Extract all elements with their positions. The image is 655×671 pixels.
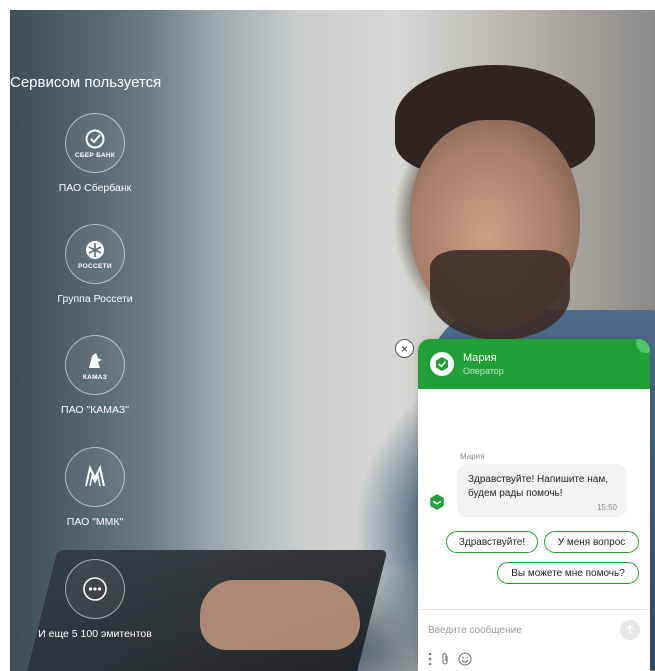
service-item-rosseti[interactable]: РОССЕТИ Группа Россети xyxy=(30,224,160,305)
rosseti-logo: РОССЕТИ xyxy=(65,224,125,284)
more-logo xyxy=(65,559,125,619)
paperclip-icon xyxy=(442,653,448,665)
service-label-sberbank: ПАО Сбербанк xyxy=(58,182,132,194)
service-label-more: И еще 5 100 эмитентов xyxy=(38,628,152,640)
sberbank-logo-icon xyxy=(85,129,105,148)
chat-header: Мария Оператор xyxy=(418,339,650,389)
operator-avatar xyxy=(430,352,454,376)
sber-bot-icon xyxy=(436,357,448,371)
sberbank-logo-text: СБЕР БАНК xyxy=(74,151,116,159)
chat-message-input[interactable] xyxy=(428,619,608,641)
vertical-dots-icon xyxy=(428,652,432,666)
kamaz-logo: КАМАЗ xyxy=(65,335,125,395)
sber-bot-icon xyxy=(430,494,444,510)
service-item-sberbank[interactable]: СБЕР БАНК ПАО Сбербанк xyxy=(30,113,160,194)
operator-role: Оператор xyxy=(463,366,504,376)
mmk-logo-icon xyxy=(85,465,105,487)
kamaz-logo-icon xyxy=(89,352,102,368)
more-options-button[interactable] xyxy=(428,652,432,666)
header-corner-decoration xyxy=(636,339,650,353)
service-label-kamaz: ПАО "КАМАЗ" xyxy=(61,404,129,416)
chat-tools xyxy=(428,652,472,666)
hero-person-beard xyxy=(430,250,570,340)
service-label-rosseti: Группа Россети xyxy=(57,293,133,305)
more-dots-icon xyxy=(83,577,107,601)
service-item-mmk[interactable]: ПАО "ММК" xyxy=(30,447,160,528)
smiley-icon xyxy=(458,652,472,666)
chat-widget: Мария Оператор Мария Здравствуйте! Напиш… xyxy=(418,339,650,671)
message-bubble: Здравствуйте! Напишите нам, будем рады п… xyxy=(457,464,627,517)
sberbank-logo: СБЕР БАНК xyxy=(65,113,125,173)
message-time: 15:50 xyxy=(596,503,617,512)
quick-reply-help[interactable]: Вы можете мне помочь? xyxy=(497,562,639,584)
rosseti-logo-icon xyxy=(86,240,104,259)
quick-reply-question[interactable]: У меня вопрос xyxy=(544,531,639,553)
operator-name: Мария xyxy=(463,352,497,364)
service-item-more[interactable]: И еще 5 100 эмитентов xyxy=(30,559,160,640)
chat-input-row xyxy=(418,609,650,650)
service-item-kamaz[interactable]: КАМАЗ ПАО "КАМАЗ" xyxy=(30,335,160,416)
rosseti-logo-text: РОССЕТИ xyxy=(78,262,112,270)
services-title: Сервисом пользуется xyxy=(10,74,162,91)
kamaz-logo-text: КАМАЗ xyxy=(82,373,108,381)
message-text: Здравствуйте! Напишите нам, будем рады п… xyxy=(468,474,608,499)
service-label-mmk: ПАО "ММК" xyxy=(66,516,124,528)
emoji-button[interactable] xyxy=(458,652,472,666)
attach-button[interactable] xyxy=(440,652,450,666)
message-sender: Мария xyxy=(460,452,485,461)
close-icon: × xyxy=(400,341,408,356)
chat-close-button[interactable]: × xyxy=(395,339,414,358)
mmk-logo xyxy=(65,447,125,507)
send-button[interactable] xyxy=(620,620,640,640)
hero-hands xyxy=(200,580,360,650)
message-bot-avatar xyxy=(427,492,447,512)
send-arrow-icon xyxy=(625,625,635,634)
quick-reply-hello[interactable]: Здравствуйте! xyxy=(446,531,538,553)
